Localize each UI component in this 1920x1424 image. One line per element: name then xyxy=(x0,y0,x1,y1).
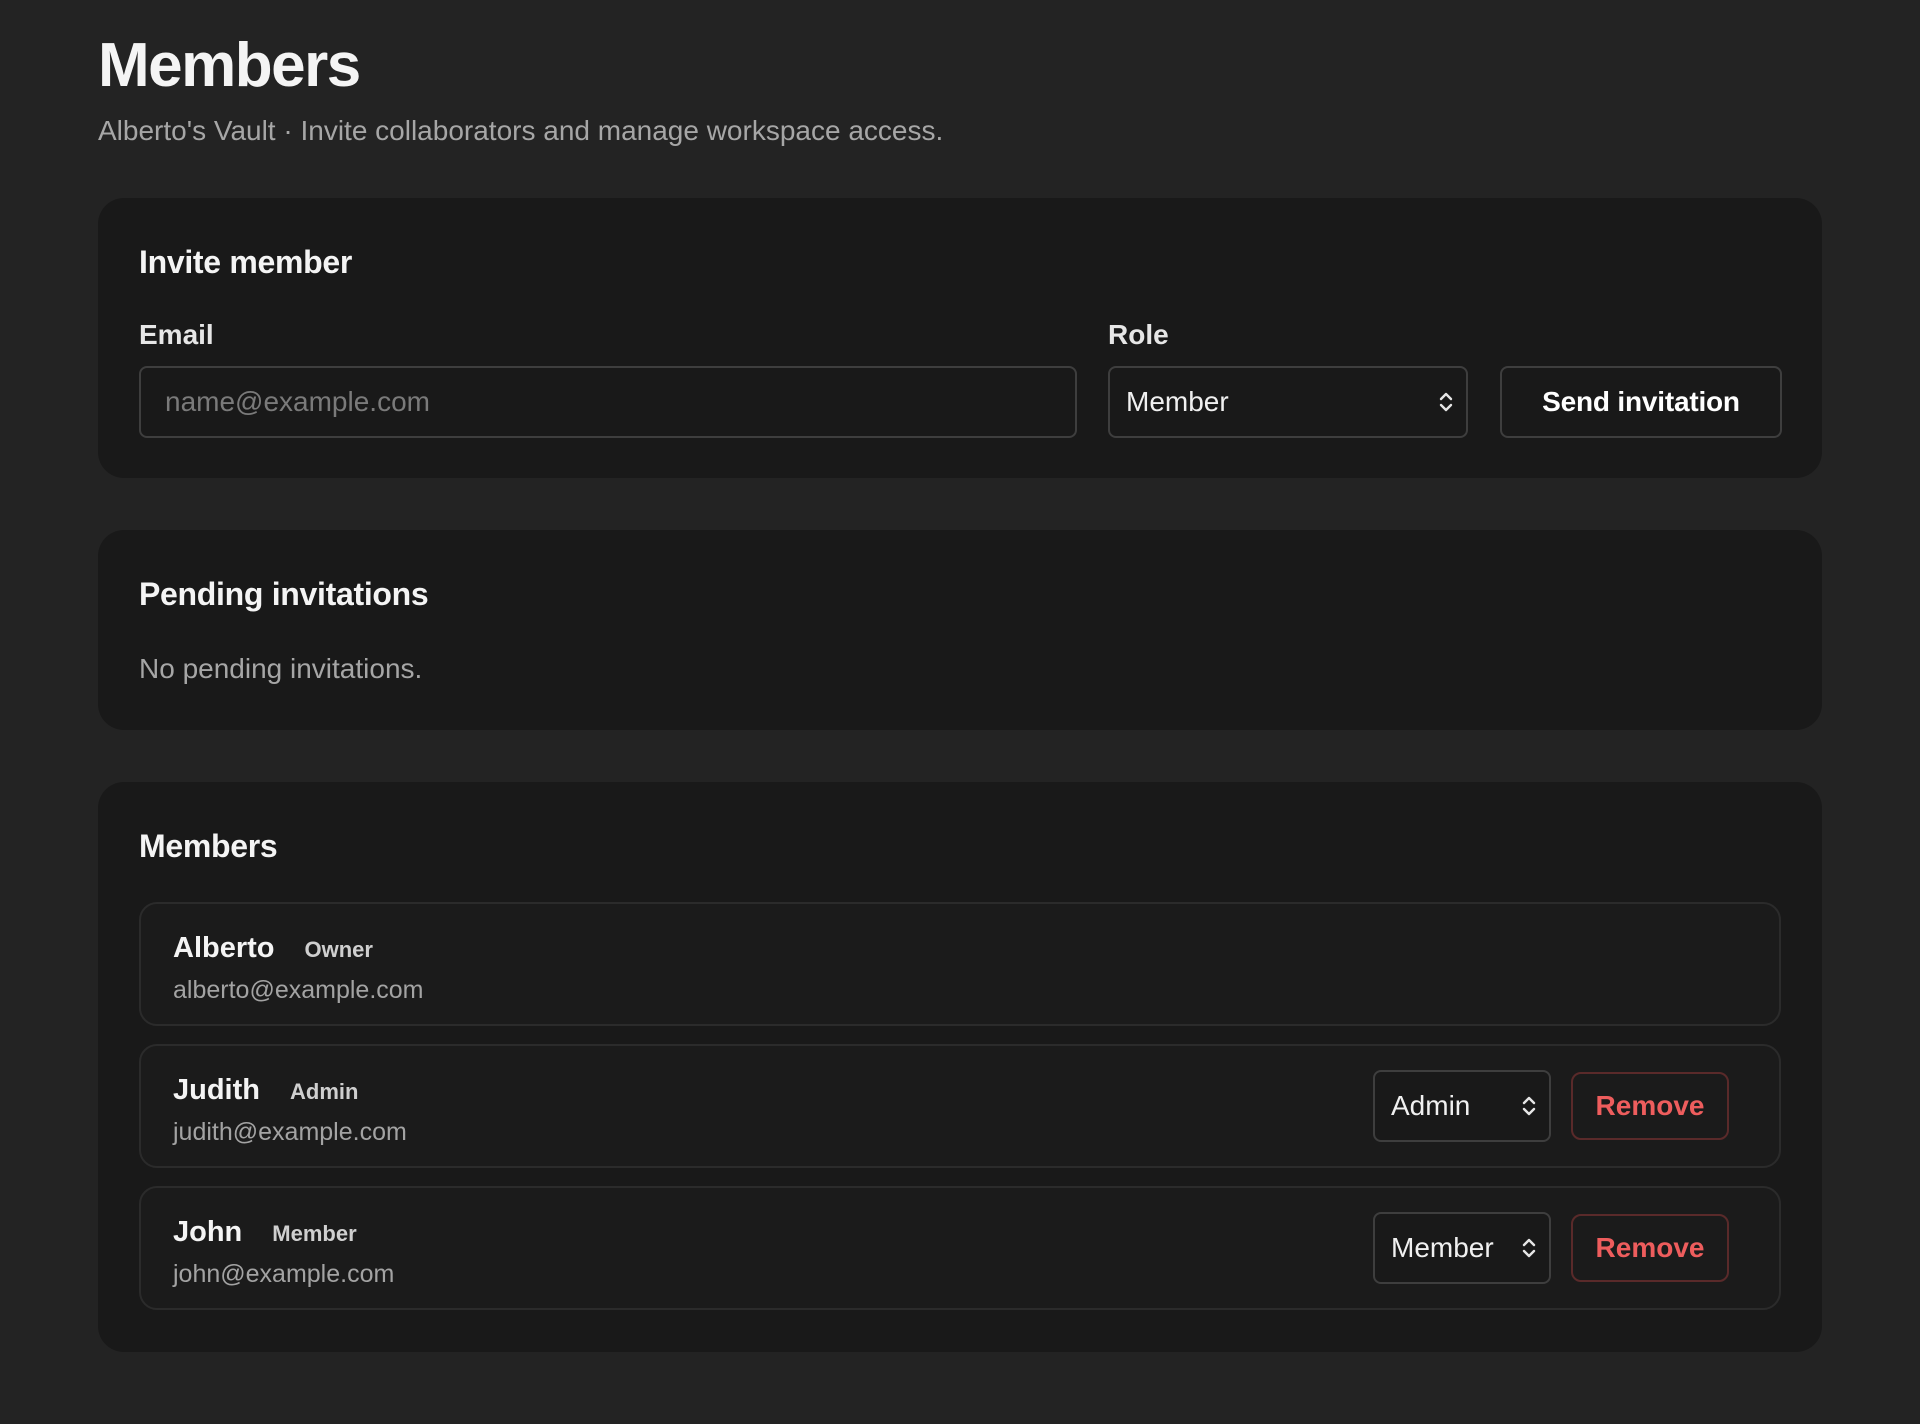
page-title: Members xyxy=(98,31,361,100)
member-name-group: Alberto Owner xyxy=(173,930,373,968)
member-name-group: Judith Admin xyxy=(173,1072,358,1110)
member-email: john@example.com xyxy=(173,1260,395,1288)
member-row: Judith Admin judith@example.com Admin Re… xyxy=(139,1044,1781,1168)
members-page: Members Alberto's Vault · Invite collabo… xyxy=(0,0,1920,1424)
role-badge: Admin xyxy=(290,1079,359,1104)
remove-member-button[interactable]: Remove xyxy=(1571,1072,1729,1140)
remove-member-button[interactable]: Remove xyxy=(1571,1214,1729,1282)
member-name: Alberto xyxy=(173,932,275,964)
chevron-up-down-icon xyxy=(1522,1238,1536,1258)
role-label: Role xyxy=(1108,319,1169,350)
member-name: Judith xyxy=(173,1074,260,1106)
member-row: Alberto Owner alberto@example.com xyxy=(139,902,1781,1026)
email-input[interactable] xyxy=(139,366,1077,438)
member-name: John xyxy=(173,1216,243,1248)
page-subtitle: Alberto's Vault · Invite collaborators a… xyxy=(98,115,944,146)
member-row: John Member john@example.com Member Remo… xyxy=(139,1186,1781,1310)
pending-invitations-card: Pending invitations No pending invitatio… xyxy=(98,530,1822,730)
email-label: Email xyxy=(139,319,214,350)
members-title: Members xyxy=(139,828,278,864)
member-email: alberto@example.com xyxy=(173,976,424,1004)
role-select-value: Member xyxy=(1126,386,1229,417)
pending-invitations-title: Pending invitations xyxy=(139,576,429,612)
member-name-group: John Member xyxy=(173,1214,357,1252)
pending-empty-text: No pending invitations. xyxy=(139,653,423,684)
invite-member-card: Invite member Email Role Member Send inv… xyxy=(98,198,1822,478)
invite-member-title: Invite member xyxy=(139,244,353,280)
member-role-select-value: Admin xyxy=(1391,1090,1471,1121)
member-role-select[interactable]: Member xyxy=(1373,1212,1551,1284)
role-select[interactable]: Member xyxy=(1108,366,1468,438)
members-card: Members Alberto Owner alberto@example.co… xyxy=(98,782,1822,1352)
member-email: judith@example.com xyxy=(173,1118,407,1146)
role-badge: Owner xyxy=(304,937,373,962)
chevron-up-down-icon xyxy=(1439,392,1453,412)
send-invitation-button[interactable]: Send invitation xyxy=(1500,366,1782,438)
member-role-select[interactable]: Admin xyxy=(1373,1070,1551,1142)
chevron-up-down-icon xyxy=(1522,1096,1536,1116)
role-badge: Member xyxy=(272,1221,357,1246)
member-role-select-value: Member xyxy=(1391,1232,1494,1263)
